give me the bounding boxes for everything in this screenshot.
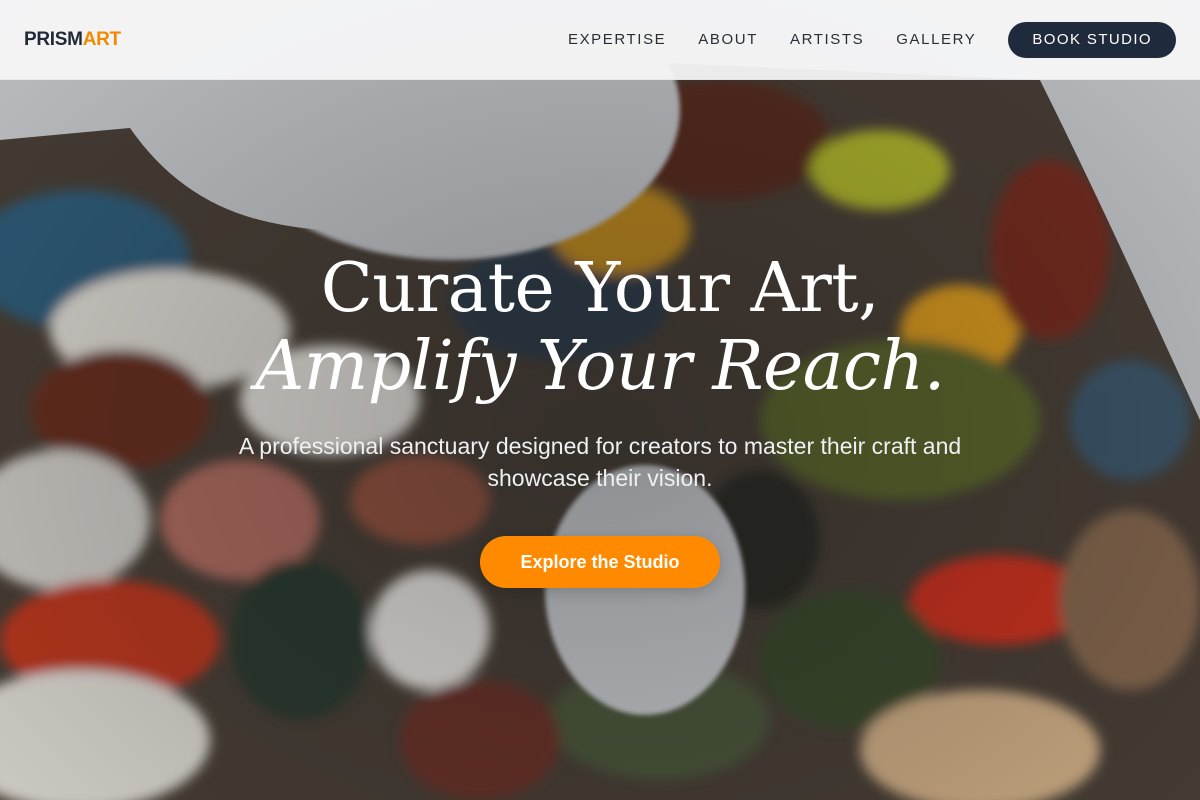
hero-headline-line2: Amplify Your Reach. xyxy=(255,327,945,406)
book-studio-button[interactable]: BOOK STUDIO xyxy=(1008,21,1176,58)
main-nav: EXPERTISE ABOUT ARTISTS GALLERY BOOK STU… xyxy=(568,21,1176,58)
site-header: PRISM ART EXPERTISE ABOUT ARTISTS GALLERY… xyxy=(0,0,1200,80)
nav-link-artists[interactable]: ARTISTS xyxy=(790,31,864,48)
hero-content: Curate Your Art, Amplify Your Reach. A p… xyxy=(0,250,1200,588)
brand-logo-prism: PRISM xyxy=(24,28,83,50)
brand-logo-art: ART xyxy=(82,28,121,50)
hero-subtitle: A professional sanctuary designed for cr… xyxy=(238,433,962,491)
brand-logo[interactable]: PRISM ART xyxy=(24,29,121,51)
nav-link-gallery[interactable]: GALLERY xyxy=(896,31,976,48)
nav-link-expertise[interactable]: EXPERTISE xyxy=(568,31,666,48)
nav-link-about[interactable]: ABOUT xyxy=(698,31,758,48)
explore-studio-button[interactable]: Explore the Studio xyxy=(480,536,720,588)
hero-headline-line1: Curate Your Art, xyxy=(320,249,880,328)
